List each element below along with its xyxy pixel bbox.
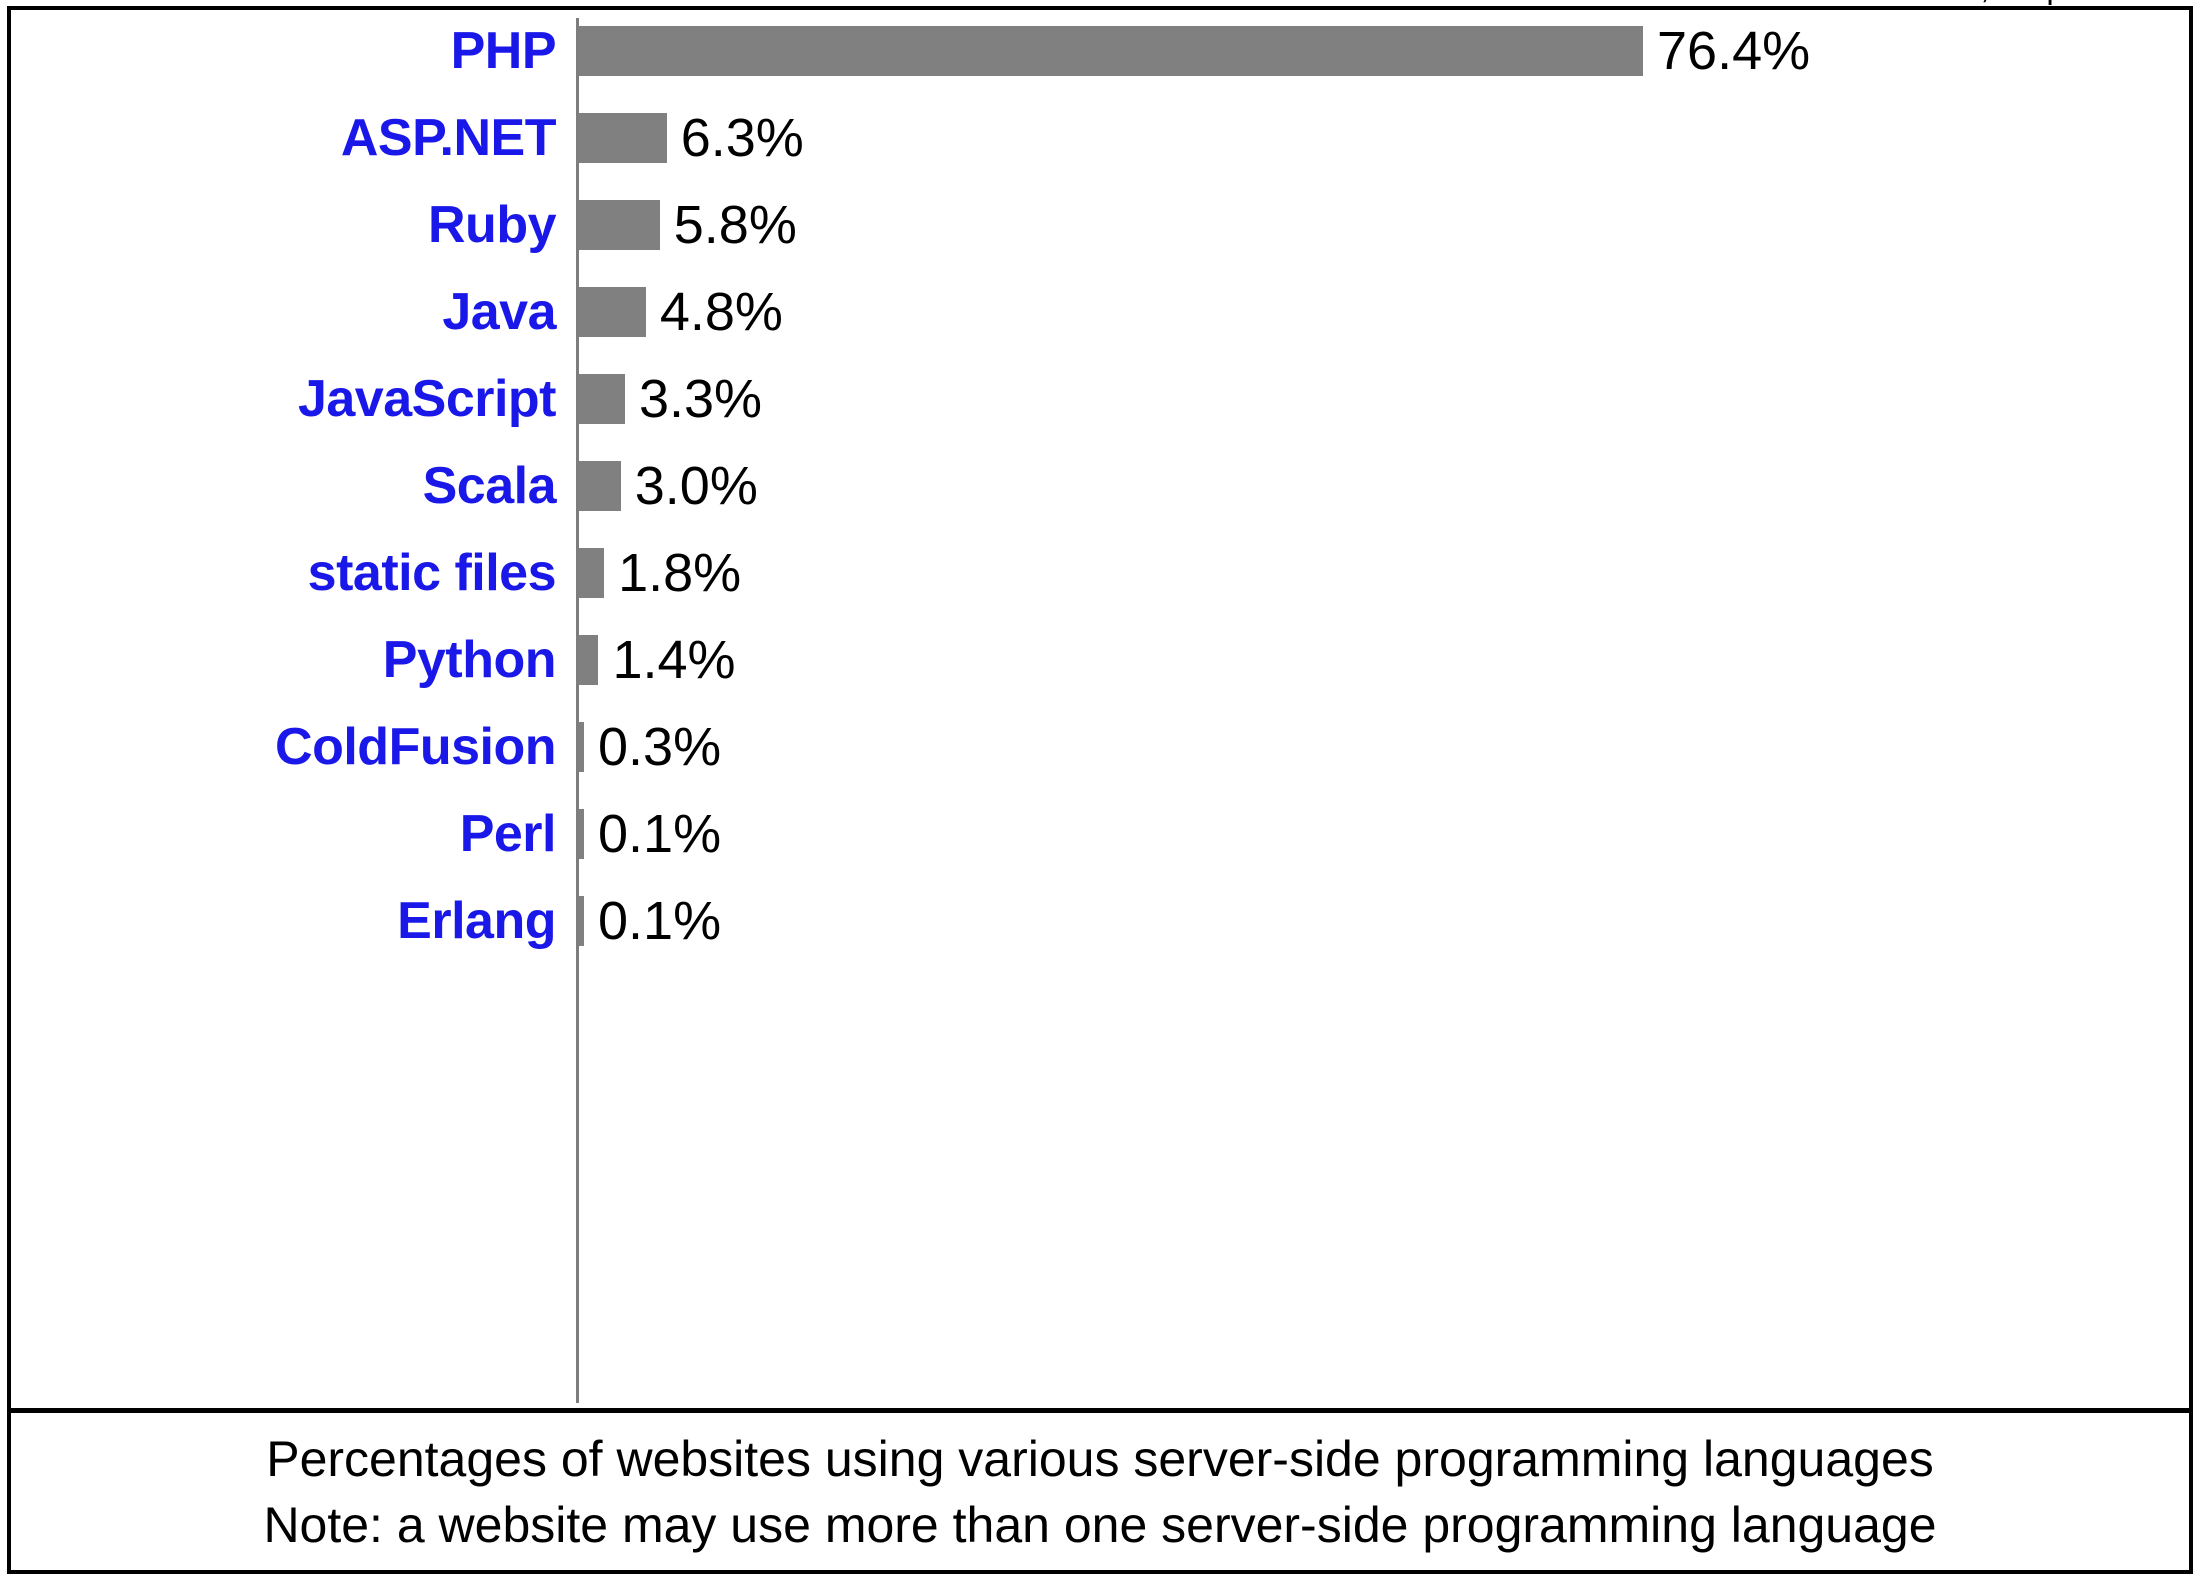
source-note: W3Techs.com, 1 April 2024 — [1773, 0, 2173, 6]
bar-row: Python 1.4% — [11, 621, 2189, 699]
bar — [579, 113, 667, 163]
chart-frame: PHP 76.4% ASP.NET 6.3% Ruby 5.8% Java 4.8% JavaS… — [7, 0, 2193, 1574]
bar-row: Scala 3.0% — [11, 447, 2189, 525]
category-label: PHP — [450, 22, 557, 80]
caption-line-2: Note: a website may use more than one se… — [263, 1496, 1937, 1553]
bar-and-value: 76.4% — [579, 12, 1810, 90]
category-label: Perl — [459, 805, 557, 863]
bar-and-value: 1.4% — [579, 621, 736, 699]
bar-row: PHP 76.4% — [11, 12, 2189, 90]
value-label: 0.1% — [598, 891, 722, 951]
value-label: 3.3% — [638, 369, 763, 429]
bar-and-value: 6.3% — [579, 99, 804, 177]
category-label: ASP.NET — [340, 109, 557, 167]
bar-and-value: 3.3% — [579, 360, 762, 438]
bar-row: JavaScript 3.3% — [11, 360, 2189, 438]
category-label: ColdFusion — [275, 718, 556, 776]
bar-and-value: 0.1% — [579, 795, 721, 873]
bar — [579, 374, 625, 424]
value-label: 3.0% — [634, 456, 758, 516]
bar-rows: PHP 76.4% ASP.NET 6.3% Ruby 5.8% Java 4.8% JavaS… — [11, 10, 2189, 1408]
bar-row: ASP.NET 6.3% — [11, 99, 2189, 177]
bar — [579, 461, 621, 511]
value-label: 5.8% — [673, 195, 797, 255]
plot-area: PHP 76.4% ASP.NET 6.3% Ruby 5.8% Java 4.8% JavaS… — [11, 0, 2189, 1408]
value-label: 1.8% — [618, 543, 742, 603]
caption-block: Percentages of websites using various se… — [11, 1413, 2189, 1570]
bar-and-value: 1.8% — [579, 534, 741, 612]
bar-and-value: 0.1% — [579, 882, 721, 960]
value-label: 6.3% — [680, 108, 804, 168]
bar-and-value: 4.8% — [579, 273, 783, 351]
bar-row: static files 1.8% — [11, 534, 2189, 612]
value-label: 0.3% — [598, 717, 722, 777]
bar — [579, 26, 1643, 76]
category-label: Ruby — [428, 196, 557, 254]
bar — [579, 635, 599, 685]
value-label: 76.4% — [1657, 21, 1811, 81]
bar — [579, 287, 646, 337]
caption-line-1: Percentages of websites using various se… — [266, 1430, 1934, 1487]
value-label: 4.8% — [659, 282, 783, 342]
bar — [579, 548, 605, 598]
bar-and-value: 5.8% — [579, 186, 797, 264]
value-label: 1.4% — [612, 630, 736, 690]
chart-figure: PHP 76.4% ASP.NET 6.3% Ruby 5.8% Java 4.8% JavaS… — [0, 0, 2200, 1581]
category-label: JavaScript — [297, 370, 557, 428]
bar — [579, 200, 660, 250]
category-label: static files — [307, 544, 557, 602]
bar-row: Ruby 5.8% — [11, 186, 2189, 264]
bar-row: Erlang 0.1% — [11, 882, 2189, 960]
bar-row: Java 4.8% — [11, 273, 2189, 351]
category-label: Erlang — [397, 892, 556, 950]
category-label: Python — [382, 631, 557, 689]
category-label: Scala — [422, 457, 557, 515]
bar-row: ColdFusion 0.3% — [11, 708, 2189, 786]
bar-and-value: 0.3% — [579, 708, 721, 786]
bar-row: Perl 0.1% — [11, 795, 2189, 873]
category-label: Java — [442, 283, 556, 341]
value-label: 0.1% — [598, 804, 722, 864]
bar-and-value: 3.0% — [579, 447, 758, 525]
